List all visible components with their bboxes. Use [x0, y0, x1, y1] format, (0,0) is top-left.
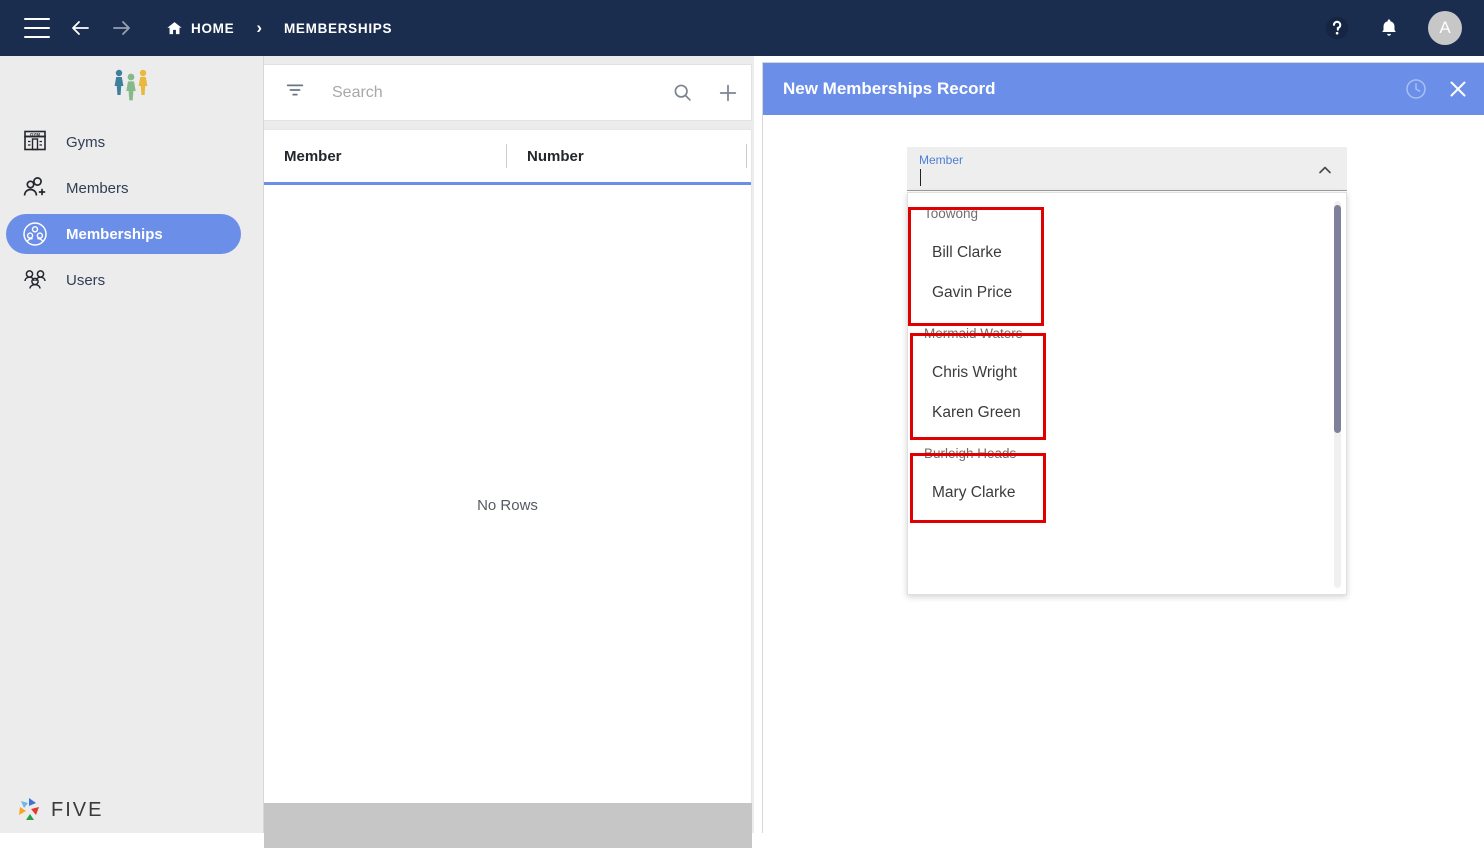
grid-footer-bar	[264, 803, 752, 848]
column-header-member[interactable]: Member	[284, 148, 506, 165]
records-grid: Member Number No Rows	[264, 129, 752, 848]
dropdown-option[interactable]: Chris Wright	[908, 353, 1346, 393]
dropdown-option[interactable]: Mary Clarke	[908, 473, 1346, 513]
member-field-label: Member	[919, 153, 964, 167]
record-panel-title: New Memberships Record	[783, 79, 996, 98]
clock-history-icon[interactable]	[1404, 77, 1428, 101]
column-divider[interactable]	[506, 144, 507, 168]
member-field[interactable]: Member	[907, 147, 1347, 191]
sidebar-item-label: Memberships	[66, 225, 163, 243]
home-icon	[167, 21, 182, 34]
sidebar-nav: GYM Gyms Members Memberships Users	[0, 122, 263, 300]
breadcrumb-separator: ›	[256, 18, 262, 37]
grid-header-row: Member Number	[264, 130, 751, 185]
dropdown-option[interactable]: Bill Clarke	[908, 233, 1346, 273]
chevron-up-icon[interactable]	[1315, 160, 1335, 185]
column-divider[interactable]	[746, 144, 747, 168]
sidebar-item-label: Members	[66, 179, 129, 197]
empty-state-label: No Rows	[477, 496, 538, 514]
hamburger-menu-icon[interactable]	[24, 18, 50, 38]
sidebar-item-label: Users	[66, 271, 106, 289]
sidebar-item-gyms[interactable]: GYM Gyms	[6, 122, 241, 162]
help-circle-icon[interactable]	[1324, 15, 1350, 41]
dropdown-group-label: Burleigh Heads	[924, 445, 1017, 461]
breadcrumb-home[interactable]: HOME	[166, 20, 234, 37]
avatar[interactable]: A	[1428, 11, 1462, 45]
dropdown-options-container: Toowong Bill Clarke Gavin Price Mermaid …	[908, 193, 1346, 513]
filter-icon[interactable]	[284, 79, 306, 106]
grid-body: No Rows	[264, 185, 751, 825]
record-panel-actions	[1404, 77, 1470, 101]
search-bar	[264, 64, 752, 121]
five-brand-label: FIVE	[51, 798, 104, 821]
membership-group-icon	[20, 219, 50, 249]
search-input[interactable]	[332, 83, 659, 102]
breadcrumb-current-label: MEMBERSHIPS	[283, 20, 393, 36]
member-dropdown-list[interactable]: Toowong Bill Clarke Gavin Price Mermaid …	[907, 192, 1347, 595]
bell-icon[interactable]	[1378, 17, 1400, 39]
record-panel-header: New Memberships Record	[763, 63, 1484, 115]
list-panel: Member Number No Rows	[264, 56, 754, 848]
dropdown-group-label: Mermaid Waters	[924, 325, 1023, 341]
column-header-number[interactable]: Number	[527, 148, 584, 165]
record-panel: New Memberships Record Member Toowong Bi…	[762, 62, 1484, 833]
dropdown-option[interactable]: Karen Green	[908, 393, 1346, 433]
dropdown-option[interactable]: Gavin Price	[908, 273, 1346, 313]
sidebar: GYM Gyms Members Memberships Users FIVE	[0, 56, 264, 833]
three-people-logo-icon	[114, 69, 147, 101]
add-member-icon	[20, 173, 50, 203]
breadcrumb: HOME › MEMBERSHIPS	[166, 18, 392, 38]
search-icon[interactable]	[659, 70, 705, 116]
sidebar-logo	[0, 56, 263, 108]
dropdown-group-label: Toowong	[924, 205, 979, 221]
plus-icon[interactable]	[705, 70, 751, 116]
gym-building-icon: GYM	[20, 127, 50, 157]
avatar-initial: A	[1439, 18, 1451, 37]
sidebar-item-users[interactable]: Users	[6, 260, 241, 300]
top-navigation-bar: HOME › MEMBERSHIPS A	[0, 0, 1484, 56]
sidebar-item-members[interactable]: Members	[6, 168, 241, 208]
breadcrumb-home-label: HOME	[191, 20, 235, 36]
five-pinwheel-logo-icon	[19, 798, 39, 820]
sidebar-item-label: Gyms	[66, 133, 106, 151]
users-group-icon	[20, 265, 50, 295]
close-icon[interactable]	[1446, 77, 1470, 101]
arrow-forward-icon[interactable]	[104, 10, 140, 46]
sidebar-item-memberships[interactable]: Memberships	[6, 214, 241, 254]
member-field-text-cursor[interactable]	[920, 169, 921, 186]
top-bar-actions: A	[1324, 0, 1462, 56]
five-brand-logo: FIVE	[14, 795, 103, 825]
dropdown-scrollbar-thumb[interactable]	[1334, 205, 1341, 433]
arrow-back-icon[interactable]	[62, 10, 98, 46]
